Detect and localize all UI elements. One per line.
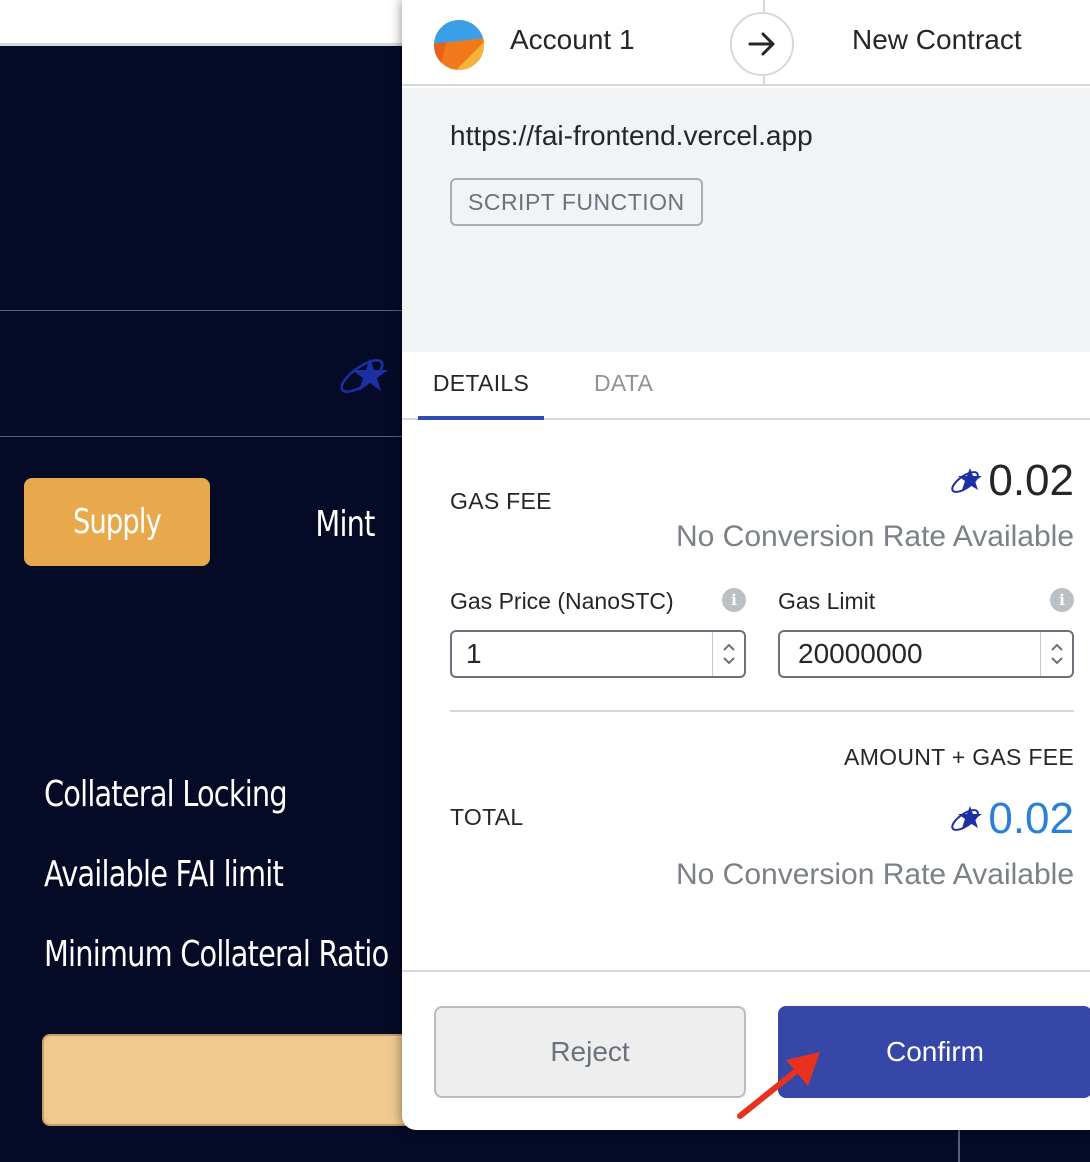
origin-url: https://fai-frontend.vercel.app bbox=[450, 120, 813, 151]
gas-limit-label: Gas Limit bbox=[778, 588, 876, 614]
recipient-name: New Contract bbox=[852, 24, 1022, 55]
arrow-right-icon bbox=[730, 12, 794, 76]
chevron-down-icon[interactable] bbox=[722, 656, 736, 665]
gas-price-label: Gas Price (NanoSTC) bbox=[450, 588, 674, 614]
collateral-locking-label: Collateral Locking bbox=[44, 774, 288, 815]
bg-divider bbox=[0, 436, 402, 437]
chevron-up-icon[interactable] bbox=[1050, 643, 1064, 652]
gas-fee-amount-row: 0.02 bbox=[948, 456, 1074, 506]
origin-section: https://fai-frontend.vercel.app SCRIPT F… bbox=[402, 88, 1090, 352]
tab-data[interactable]: DATA bbox=[594, 370, 653, 397]
available-fai-limit-label: Available FAI limit bbox=[44, 854, 284, 895]
supply-label: Supply bbox=[73, 502, 162, 542]
gas-limit-value: 20000000 bbox=[798, 638, 923, 669]
gas-limit-stepper[interactable] bbox=[1040, 632, 1072, 676]
gas-fee-amount: 0.02 bbox=[988, 456, 1074, 505]
account-name[interactable]: Account 1 bbox=[510, 24, 635, 56]
total-amount-row: 0.02 bbox=[948, 794, 1074, 844]
starcoin-logo-icon bbox=[340, 358, 388, 393]
info-icon[interactable]: i bbox=[722, 588, 746, 612]
details-data-tabs: DETAILS DATA bbox=[402, 352, 1090, 420]
gas-price-stepper[interactable] bbox=[712, 632, 744, 676]
reject-button[interactable]: Reject bbox=[434, 1006, 746, 1098]
section-divider bbox=[450, 710, 1074, 712]
function-type-badge: SCRIPT FUNCTION bbox=[450, 178, 703, 226]
footer-divider bbox=[402, 970, 1090, 972]
mint-label: Mint bbox=[315, 503, 375, 545]
browser-top-strip bbox=[0, 0, 402, 46]
gas-price-value: 1 bbox=[466, 638, 482, 669]
starcoin-logo-icon bbox=[951, 468, 983, 493]
gas-fee-conversion: No Conversion Rate Available bbox=[675, 520, 1074, 553]
amount-plus-gas-label: AMOUNT + GAS FEE bbox=[844, 744, 1074, 770]
supply-tab-button[interactable]: Supply bbox=[24, 478, 210, 566]
chevron-down-icon[interactable] bbox=[1050, 656, 1064, 665]
chevron-up-icon[interactable] bbox=[722, 643, 736, 652]
avatar-icon bbox=[434, 20, 484, 70]
gas-price-input[interactable]: 1 bbox=[450, 630, 746, 678]
tab-details[interactable]: DETAILS bbox=[418, 370, 544, 420]
red-arrow-annotation bbox=[737, 1052, 820, 1119]
gas-limit-input[interactable]: 20000000 bbox=[778, 630, 1074, 678]
gas-fee-label: GAS FEE bbox=[450, 488, 552, 514]
bg-divider bbox=[0, 310, 402, 311]
info-icon[interactable]: i bbox=[1050, 588, 1074, 612]
mint-tab-button[interactable]: Mint bbox=[290, 496, 400, 552]
transaction-confirm-popup: Account 1 New Contract https://fai-front… bbox=[402, 0, 1090, 1130]
starcoin-logo-icon bbox=[951, 806, 983, 831]
bg-divider bbox=[958, 1128, 960, 1162]
popup-header: Account 1 New Contract bbox=[402, 0, 1090, 86]
total-amount: 0.02 bbox=[988, 794, 1074, 843]
total-label: TOTAL bbox=[450, 804, 524, 830]
total-conversion: No Conversion Rate Available bbox=[675, 858, 1074, 891]
bg-action-button[interactable] bbox=[42, 1034, 422, 1126]
